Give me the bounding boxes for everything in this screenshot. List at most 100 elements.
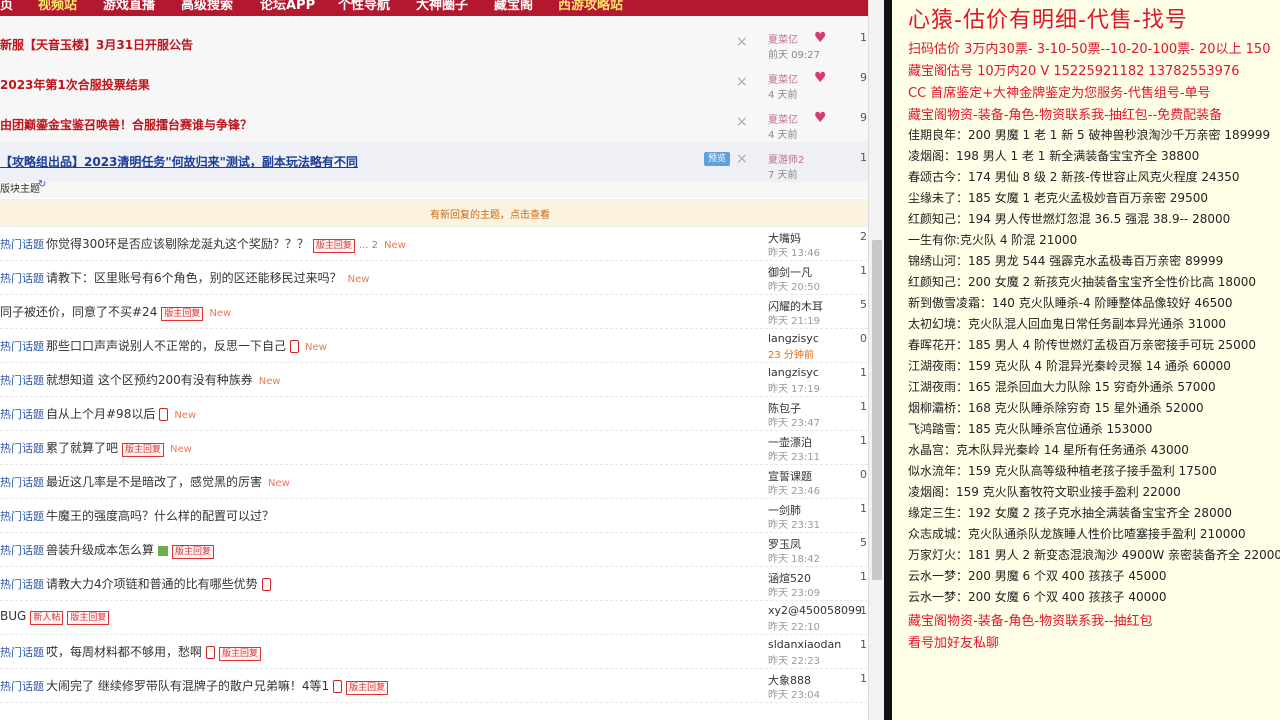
thread-category[interactable]: 热门话题 bbox=[0, 678, 44, 694]
thread-title[interactable]: 同子被还价，同意了不买#24 版主回复 New bbox=[0, 303, 231, 321]
sticky-row[interactable]: 2023年第1次合服投票结果 × 夏菜亿 ♥ 4 天前 9 bbox=[0, 62, 868, 102]
table-row[interactable]: 热门话题 请教大力4介项链和普通的比有哪些优势 涵煊520 昨天 23:09 1 bbox=[0, 566, 868, 601]
thread-title-text[interactable]: 牛魔王的强度高吗？什么样的配置可以过？ bbox=[46, 509, 274, 523]
table-row[interactable]: 热门话题 牛魔王的强度高吗？什么样的配置可以过？ 一剑肺 昨天 23:31 1 bbox=[0, 498, 868, 533]
new-reply-bar[interactable]: 有新回复的主题，点击查看 bbox=[0, 199, 868, 227]
thread-category[interactable]: 热门话题 bbox=[0, 474, 44, 490]
thread-title[interactable]: 你觉得300环是否应该剔除龙涎丸这个奖励？？？ 版主回复 ... 2 New bbox=[46, 235, 406, 253]
thread-author[interactable]: langzisyc bbox=[768, 366, 819, 379]
reply-count: 2 bbox=[860, 230, 867, 243]
thread-title[interactable]: 自从上个月#98以后 New bbox=[46, 405, 196, 422]
page-scrollbar[interactable] bbox=[868, 0, 885, 720]
thread-title[interactable]: 大闹完了 继续修罗带队有混牌子的散户兄弟嘛！4等1 版主回复 bbox=[46, 677, 389, 695]
thread-category[interactable]: 热门话题 bbox=[0, 372, 44, 388]
nav-item-video[interactable]: 视频站 bbox=[38, 0, 77, 13]
thread-title[interactable]: 就想知道 这个区预约200有没有种族券 New bbox=[46, 371, 281, 388]
nav-item-live[interactable]: 游戏直播 bbox=[103, 0, 155, 13]
thread-title-text[interactable]: 你觉得300环是否应该剔除龙涎丸这个奖励？？？ bbox=[46, 237, 309, 251]
table-row[interactable]: BUG 新人帖 版主回复 xy2@450058099 昨天 22:10 1 bbox=[0, 600, 868, 635]
thread-author[interactable]: sldanxiaodan bbox=[768, 638, 841, 651]
thread-title[interactable]: 那些口口声声说别人不正常的，反思一下自己 New bbox=[46, 337, 327, 354]
thread-title[interactable]: 哎，每周材料都不够用，愁啊 版主回复 bbox=[46, 643, 262, 661]
table-row[interactable]: 热门话题 请教下：区里账号有6个角色，别的区还能移民过来吗？ New 御剑一凡 昨… bbox=[0, 260, 868, 295]
sticky-author[interactable]: 夏菜亿 bbox=[768, 111, 798, 126]
thread-author[interactable]: xy2@450058099 bbox=[768, 604, 862, 617]
table-row[interactable]: 热门话题 累了就算了吧 版主回复 New 一壶漂泊 昨天 23:11 1 bbox=[0, 430, 868, 465]
thread-category[interactable]: 热门话题 bbox=[0, 542, 44, 558]
thread-title-text[interactable]: 就想知道 这个区预约200有没有种族券 bbox=[46, 373, 253, 387]
mod-reply-badge: 版主回复 bbox=[67, 611, 110, 625]
table-row[interactable]: 热门话题 那些口口声声说别人不正常的，反思一下自己 New langzisyc 2… bbox=[0, 328, 868, 363]
thread-title[interactable]: 最近这几率是不是暗改了，感觉黑的厉害 New bbox=[46, 473, 290, 490]
thread-title[interactable]: BUG 新人帖 版主回复 bbox=[0, 609, 110, 625]
sticky-date: 4 天前 bbox=[768, 90, 798, 101]
nav-item-cbg[interactable]: 藏宝阁 bbox=[494, 0, 533, 13]
thread-title[interactable]: 请教大力4介项链和普通的比有哪些优势 bbox=[46, 575, 271, 592]
nav-item-app[interactable]: 论坛APP bbox=[260, 0, 315, 13]
thread-title-text[interactable]: 哎，每周材料都不够用，愁啊 bbox=[46, 645, 202, 659]
sticky-title[interactable]: 【攻略组出品】2023清明任务"何故归来"测试，副本玩法略有不同 bbox=[0, 153, 358, 170]
thread-category[interactable]: 热门话题 bbox=[0, 508, 44, 524]
sticky-author[interactable]: 夏菜亿 bbox=[768, 71, 798, 86]
thread-category[interactable]: 热门话题 bbox=[0, 236, 44, 252]
table-row[interactable]: 热门话题 大闹完了 继续修罗带队有混牌子的散户兄弟嘛！4等1 版主回复 大象888… bbox=[0, 668, 868, 703]
table-row[interactable]: 热门话题 你觉得300环是否应该剔除龙涎丸这个奖励？？？ 版主回复 ... 2 New… bbox=[0, 226, 868, 261]
table-row[interactable]: 热门话题 哎，每周材料都不够用，愁啊 版主回复 sldanxiaodan 昨天 2… bbox=[0, 634, 868, 669]
thread-title-text[interactable]: 请教大力4介项链和普通的比有哪些优势 bbox=[46, 577, 258, 591]
thread-title-text[interactable]: 请教下：区里账号有6个角色，别的区还能移民过来吗？ bbox=[46, 271, 342, 285]
nav-item-guide[interactable]: 西游攻略站 bbox=[558, 0, 623, 13]
price-line: 凌烟阁：159 克火队畜牧符文职业接手盈利 22000 bbox=[908, 485, 1181, 499]
nav-item-search[interactable]: 高级搜索 bbox=[181, 0, 233, 13]
table-row[interactable]: 热门话题 兽装升级成本怎么算 版主回复 罗玉凤 昨天 18:42 5 bbox=[0, 532, 868, 567]
thread-title-text[interactable]: 大闹完了 继续修罗带队有混牌子的散户兄弟嘛！4等1 bbox=[46, 679, 329, 693]
thread-category[interactable]: 热门话题 bbox=[0, 270, 44, 286]
reply-count: 1 bbox=[860, 366, 867, 379]
nav-item-nav[interactable]: 个性导航 bbox=[338, 0, 390, 13]
preview-button[interactable]: 预览 bbox=[704, 152, 730, 166]
thread-category[interactable]: 热门话题 bbox=[0, 644, 44, 660]
new-badge: New bbox=[209, 308, 232, 319]
table-row[interactable]: 热门话题 自从上个月#98以后 New 陈包子 昨天 23:47 1 bbox=[0, 396, 868, 431]
sticky-author[interactable]: 夏菜亿 bbox=[768, 31, 798, 46]
new-reply-text[interactable]: 有新回复的主题，点击查看 bbox=[430, 206, 550, 221]
sticky-row[interactable]: 由团巅鎏金宝鉴召唤兽！合服擂台赛谁与争锋？ × 夏菜亿 ♥ 4 天前 9 bbox=[0, 102, 868, 142]
nav-item-1[interactable]: 页 bbox=[0, 0, 13, 13]
thread-title[interactable]: 兽装升级成本怎么算 版主回复 bbox=[46, 541, 215, 559]
sticky-row[interactable]: 【攻略组出品】2023清明任务"何故归来"测试，副本玩法略有不同 预览 × 夏游… bbox=[0, 142, 868, 182]
thread-title-text[interactable]: 兽装升级成本怎么算 bbox=[46, 543, 154, 557]
thread-category[interactable]: 热门话题 bbox=[0, 338, 44, 354]
price-line: 看号加好友私聊 bbox=[908, 636, 1000, 651]
thread-title[interactable]: 请教下：区里账号有6个角色，别的区还能移民过来吗？ New bbox=[46, 269, 369, 286]
thread-title-text[interactable]: 自从上个月#98以后 bbox=[46, 407, 155, 421]
thread-category[interactable]: 热门话题 bbox=[0, 440, 44, 456]
sticky-date: 前天 09:27 bbox=[768, 50, 820, 61]
close-icon[interactable]: × bbox=[736, 151, 748, 167]
table-row[interactable]: 热门话题 最近这几率是不是暗改了，感觉黑的厉害 New 宣誓课题 昨天 23:46… bbox=[0, 464, 868, 499]
sticky-author[interactable]: 夏游师2 bbox=[768, 151, 804, 166]
sticky-title[interactable]: 由团巅鎏金宝鉴召唤兽！合服擂台赛谁与争锋？ bbox=[0, 116, 252, 133]
sticky-title[interactable]: 2023年第1次合服投票结果 bbox=[0, 76, 150, 93]
thread-title-text[interactable]: 同子被还价，同意了不买#24 bbox=[0, 305, 157, 319]
table-row[interactable]: 同子被还价，同意了不买#24 版主回复 New 闪耀的木耳 昨天 21:19 5 bbox=[0, 294, 868, 329]
thread-title-text[interactable]: 那些口口声声说别人不正常的，反思一下自己 bbox=[46, 339, 286, 353]
thread-category[interactable]: 热门话题 bbox=[0, 406, 44, 422]
close-icon[interactable]: × bbox=[736, 34, 748, 50]
sticky-title[interactable]: 新服【天音玉楼】3月31日开服公告 bbox=[0, 36, 193, 53]
sticky-row[interactable]: 新服【天音玉楼】3月31日开服公告 × 夏菜亿 ♥ 前天 09:27 1 bbox=[0, 22, 868, 62]
thread-title-text[interactable]: BUG bbox=[0, 609, 26, 623]
thread-title-text[interactable]: 最近这几率是不是暗改了，感觉黑的厉害 bbox=[46, 475, 262, 489]
page-count[interactable]: ... 2 bbox=[359, 240, 378, 251]
table-row[interactable]: 热门话题 就想知道 这个区预约200有没有种族券 New langzisyc 昨天… bbox=[0, 362, 868, 397]
close-icon[interactable]: × bbox=[736, 114, 748, 130]
reply-count: 1 bbox=[860, 672, 867, 685]
thread-category[interactable]: 热门话题 bbox=[0, 576, 44, 592]
nav-item-circle[interactable]: 大神圈子 bbox=[416, 0, 468, 13]
close-icon[interactable]: × bbox=[736, 74, 748, 90]
thread-title-text[interactable]: 累了就算了吧 bbox=[46, 441, 118, 455]
thread-title[interactable]: 累了就算了吧 版主回复 New bbox=[46, 439, 192, 457]
refresh-icon[interactable]: ↻ bbox=[38, 179, 46, 190]
thread-author[interactable]: langzisyc bbox=[768, 332, 819, 345]
thread-title[interactable]: 牛魔王的强度高吗？什么样的配置可以过？ bbox=[46, 507, 274, 524]
scrollbar-thumb[interactable] bbox=[872, 240, 882, 580]
mobile-icon bbox=[206, 646, 216, 659]
